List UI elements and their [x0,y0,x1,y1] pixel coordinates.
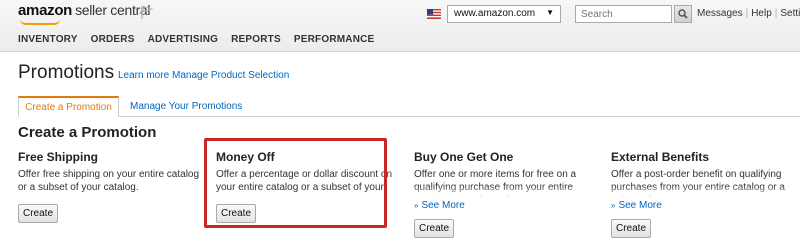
create-external-benefits-button[interactable]: Create [611,219,651,238]
us-flag-icon [427,9,441,19]
card-title: Free Shipping [18,150,99,164]
card-description: Offer free shipping on your entire catal… [18,169,200,193]
tab-manage-your-promotions[interactable]: Manage Your Promotions [130,101,242,112]
marketplace-value: www.amazon.com [454,8,536,19]
divider: | [745,8,749,19]
utility-links: Messages|Help|Settings [697,8,800,19]
search-button[interactable] [674,5,692,23]
promotion-card-free-shipping: Free Shipping Offer free shipping on you… [18,150,203,223]
promotion-card-buy-one-get-one: Buy One Get One Offer one or more items … [414,150,599,238]
seller-central-logo[interactable]: amazon seller central [18,2,151,25]
help-link[interactable]: Help [751,8,772,19]
create-free-shipping-button[interactable]: Create [18,204,58,223]
messages-link[interactable]: Messages [697,8,743,19]
search-icon [678,9,688,19]
nav-advertising[interactable]: ADVERTISING [148,34,219,45]
card-description: Offer a post-order benefit on qualifying… [611,169,785,198]
see-more-label: See More [618,200,662,211]
smile-icon [20,19,60,25]
divider: | [774,8,778,19]
see-more-link[interactable]: » See More [414,200,599,211]
section-title: Create a Promotion [18,124,157,141]
create-buy-one-get-one-button[interactable]: Create [414,219,454,238]
logo-brand-text: amazon [18,2,73,19]
nav-inventory[interactable]: INVENTORY [18,34,78,45]
card-description: Offer one or more items for free on a qu… [414,169,577,198]
tabs-divider [18,116,800,117]
settings-link[interactable]: Settings [780,8,800,19]
see-more-link[interactable]: » See More [611,200,796,211]
double-chevron-down-icon: » [611,201,616,210]
flag-icon[interactable] [141,5,153,19]
main-nav: INVENTORY ORDERS ADVERTISING REPORTS PER… [18,34,374,45]
card-title: External Benefits [611,150,710,164]
nav-performance[interactable]: PERFORMANCE [294,34,375,45]
double-chevron-down-icon: » [414,201,419,210]
nav-reports[interactable]: REPORTS [231,34,281,45]
learn-more-link[interactable]: Learn more [118,70,169,81]
search-input[interactable] [575,5,672,23]
card-title: Buy One Get One [414,150,514,164]
see-more-label: See More [421,200,465,211]
nav-orders[interactable]: ORDERS [91,34,135,45]
logo-product-text: seller central [75,2,151,18]
tab-create-a-promotion[interactable]: Create a Promotion [18,96,119,117]
promotion-card-external-benefits: External Benefits Offer a post-order ben… [611,150,796,238]
page-title: Promotions [18,62,115,83]
top-header: amazon seller central www.amazon.com ▼ M… [0,0,800,52]
manage-product-selection-link[interactable]: Manage Product Selection [172,70,289,81]
highlight-box [204,138,387,228]
caret-down-icon: ▼ [546,8,554,17]
marketplace-select[interactable]: www.amazon.com ▼ [447,5,561,23]
